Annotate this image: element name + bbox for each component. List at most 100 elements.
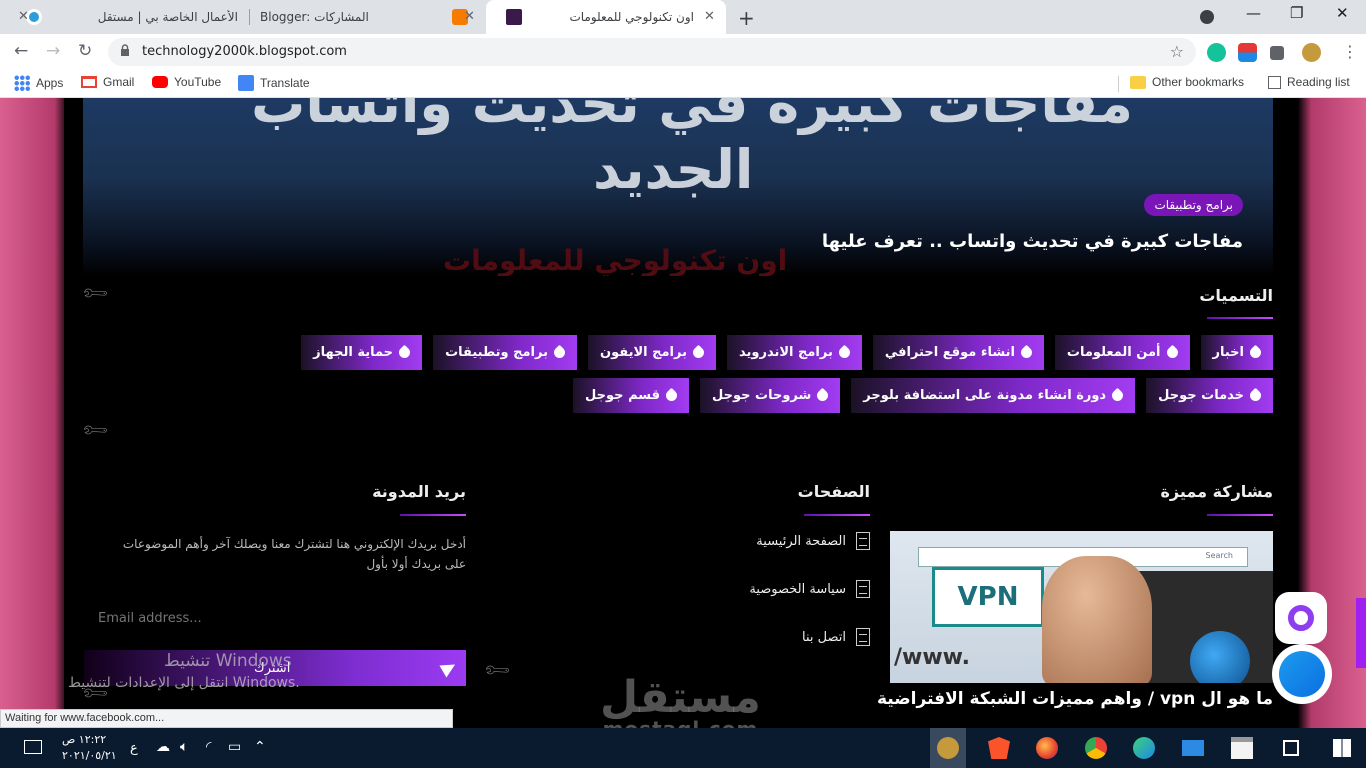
label-chip[interactable]: برامج وتطبيقات	[433, 335, 577, 370]
onedrive-icon[interactable]: ☁	[156, 739, 170, 755]
bookmark-youtube[interactable]: YouTube	[152, 75, 221, 89]
grammarly-extension-icon[interactable]	[1207, 43, 1226, 62]
label-chip[interactable]: قسم جوجل	[573, 378, 689, 413]
toolbar: ← → ↻ technology2000k.blogspot.com ☆ ⋮	[0, 34, 1366, 70]
edit-wrench-icon[interactable]: 🔧︎	[482, 655, 513, 686]
extensions-puzzle-icon[interactable]	[1270, 46, 1284, 60]
volume-icon[interactable]: 🔈︎	[180, 739, 188, 755]
featured-post-image[interactable]: Search VPN /www.	[890, 531, 1273, 683]
tab-blogger[interactable]: ✕ Blogger: المشاركات	[250, 0, 486, 34]
bookmark-apps[interactable]: Apps	[14, 75, 63, 91]
send-icon	[439, 658, 459, 678]
label-chip[interactable]: خدمات جوجل	[1146, 378, 1273, 413]
hero-post-title[interactable]: مفاجات كبيرة في تحديث واتساب .. تعرف علي…	[822, 231, 1243, 252]
newsletter-description: أدخل بريدك الإلكتروني هنا لتشترك معنا وي…	[122, 537, 466, 571]
page-link-privacy[interactable]: سياسة الخصوصية	[749, 580, 870, 598]
mail-icon[interactable]	[1182, 740, 1204, 756]
close-tab-icon[interactable]: ✕	[464, 9, 475, 24]
minimize-icon[interactable]: —	[1246, 4, 1261, 22]
input-language[interactable]: ع	[130, 741, 138, 756]
clock-time[interactable]: ١٢:٢٢ ص	[62, 733, 106, 746]
tab-strip: ✕ الأعمال الخاصة بي | مستقل ✕ Blogger: ا…	[0, 0, 1366, 34]
section-underline	[804, 514, 870, 516]
labels-cloud: اخبار أمن المعلومات انشاء موقع احترافي ب…	[213, 335, 1273, 413]
document-icon	[856, 628, 870, 646]
close-tab-icon[interactable]: ✕	[18, 9, 29, 24]
section-underline	[1207, 514, 1273, 516]
page-link-contact[interactable]: اتصل بنا	[802, 628, 870, 646]
firefox-icon[interactable]	[1036, 737, 1058, 759]
chat-logo-icon	[1288, 605, 1314, 631]
url-text[interactable]: technology2000k.blogspot.com	[142, 44, 347, 59]
bookmark-translate[interactable]: Translate	[238, 75, 310, 91]
messenger-button[interactable]	[1272, 644, 1332, 704]
clock-date[interactable]: ٢٠٢١/٠٥/٢١	[62, 749, 117, 762]
back-icon[interactable]: ←	[14, 41, 28, 61]
edit-wrench-icon[interactable]: 🔧︎	[80, 415, 111, 446]
label-chip[interactable]: شروحات جوجل	[700, 378, 841, 413]
label-chip[interactable]: برامج الايفون	[587, 335, 716, 370]
reading-list[interactable]: Reading list	[1268, 75, 1350, 89]
close-window-icon[interactable]: ✕	[1336, 4, 1349, 22]
document-icon	[856, 532, 870, 550]
address-bar[interactable]: technology2000k.blogspot.com ☆	[108, 38, 1196, 66]
windows-activation-text: انتقل إلى الإعدادات لتنشيط Windows.	[68, 675, 300, 691]
wifi-icon[interactable]: ◜	[206, 739, 211, 755]
tag-icon	[396, 344, 413, 361]
scrollbar-thumb[interactable]	[1356, 598, 1366, 668]
image-www-text: /www.	[894, 645, 970, 670]
bookmarks-bar: Apps Gmail YouTube Translate Other bookm…	[0, 70, 1366, 98]
tab-title: اون تكنولوجي للمعلومات	[569, 10, 694, 24]
featured-title: مشاركة مميزة	[1160, 482, 1273, 501]
show-hidden-icons[interactable]: ⌃	[254, 739, 266, 755]
tab-search-icon[interactable]	[1200, 10, 1214, 24]
hero-category-badge[interactable]: برامج وتطبيقات	[1144, 194, 1243, 216]
app-profile-icon	[937, 737, 959, 759]
label-chip[interactable]: اخبار	[1200, 335, 1273, 370]
news-extension-icon[interactable]	[1238, 43, 1257, 62]
forward-icon[interactable]: →	[46, 41, 60, 61]
image-vpn-text: VPN	[932, 567, 1044, 627]
edge-icon[interactable]	[1133, 737, 1155, 759]
lock-icon[interactable]	[120, 44, 130, 56]
chrome-icon[interactable]	[1085, 737, 1107, 759]
label-chip[interactable]: أمن المعلومات	[1054, 335, 1190, 370]
menu-kebab-icon[interactable]: ⋮	[1342, 42, 1358, 61]
bookmark-gmail[interactable]: Gmail	[81, 75, 134, 89]
label-chip[interactable]: حماية الجهاز	[301, 335, 423, 370]
hero-slider[interactable]: مفاجآت كبيرة في تحديث واتساب الجديد اون …	[83, 98, 1273, 276]
store-icon[interactable]	[1231, 737, 1253, 759]
other-bookmarks[interactable]: Other bookmarks	[1130, 75, 1244, 89]
notifications-icon[interactable]	[24, 740, 42, 754]
battery-icon[interactable]: ▭	[228, 739, 241, 755]
reload-icon[interactable]: ↻	[78, 41, 92, 61]
email-input[interactable]	[84, 600, 466, 636]
hero-watermark: اون تكنولوجي للمعلومات	[443, 244, 788, 276]
restore-icon[interactable]: ❐	[1290, 4, 1303, 22]
tag-icon	[836, 344, 853, 361]
brave-icon[interactable]	[988, 737, 1010, 759]
bookmark-star-icon[interactable]: ☆	[1170, 42, 1184, 61]
tag-icon	[1247, 387, 1264, 404]
tag-icon	[551, 344, 568, 361]
chat-widget-button[interactable]	[1275, 592, 1327, 644]
page-link-home[interactable]: الصفحة الرئيسية	[756, 532, 870, 550]
label-chip[interactable]: انشاء موقع احترافي	[872, 335, 1044, 370]
globe-icon	[1190, 631, 1250, 683]
windows-activation-title: تنشيط Windows	[164, 651, 292, 671]
profile-avatar[interactable]	[1302, 43, 1321, 62]
edit-wrench-icon[interactable]: 🔧︎	[80, 278, 111, 309]
close-tab-icon[interactable]: ✕	[704, 9, 715, 24]
section-underline	[400, 514, 466, 516]
label-chip[interactable]: برامج الاندرويد	[726, 335, 862, 370]
featured-post-title[interactable]: ما هو ال vpn / واهم مميزات الشبكة الافتر…	[877, 689, 1273, 709]
new-tab-button[interactable]: +	[738, 6, 755, 30]
label-chip[interactable]: دورة انشاء مدونة على استضافة بلوجر	[851, 378, 1136, 413]
windows-start-icon[interactable]	[1333, 739, 1351, 757]
tab-title: الأعمال الخاصة بي | مستقل	[97, 10, 238, 24]
tab-active-site[interactable]: ✕ اون تكنولوجي للمعلومات	[486, 0, 726, 34]
newsletter-title: بريد المدونة	[372, 482, 466, 501]
task-view-icon[interactable]	[1283, 740, 1299, 756]
tag-icon	[663, 387, 680, 404]
tab-mostaql[interactable]: ✕ الأعمال الخاصة بي | مستقل	[8, 0, 248, 34]
